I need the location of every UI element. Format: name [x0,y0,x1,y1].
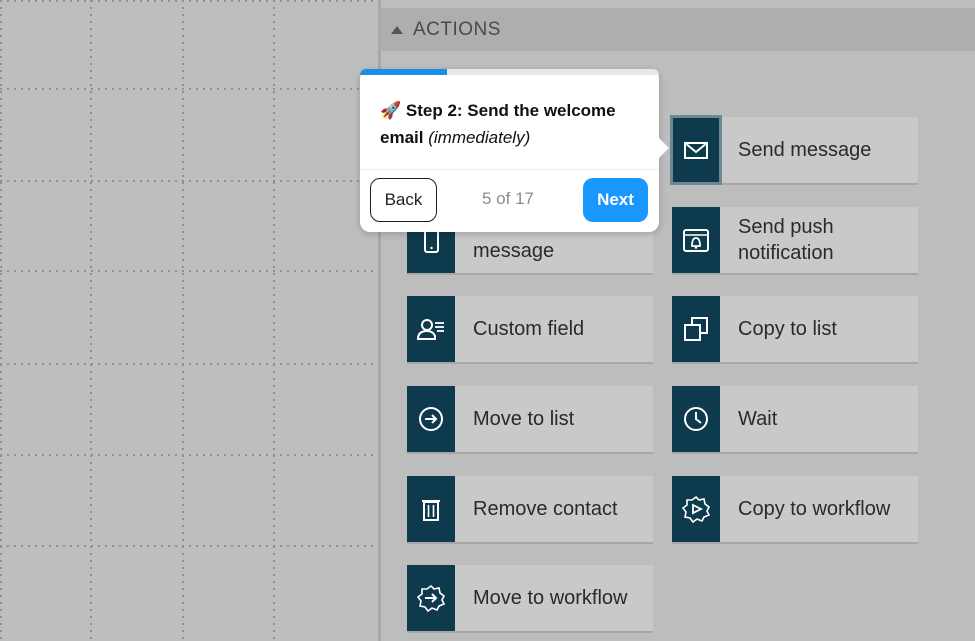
rocket-icon: 🚀 [380,101,402,120]
actions-section-header[interactable]: ACTIONS [381,8,975,51]
action-send-push-notification[interactable]: Send push notification [672,207,918,273]
action-label: Remove contact [473,498,618,520]
action-label: Wait [738,408,778,430]
step-counter: 5 of 17 [482,189,534,208]
gear-arrow-icon [407,565,455,631]
tour-progress-bar [360,69,659,75]
action-label: Copy to list [738,318,837,340]
tooltip-pointer [658,137,669,159]
tour-progress-fill [360,69,447,75]
push-notification-icon [672,207,720,273]
action-custom-field[interactable]: Custom field [407,296,653,362]
clock-icon [672,386,720,452]
action-label: Send message [738,139,872,161]
action-label: Send push notification [738,216,834,264]
envelope-icon [670,115,722,185]
onboarding-tooltip: 🚀 Step 2: Send the welcome email (immedi… [360,69,669,232]
action-copy-to-list[interactable]: Copy to list [672,296,918,362]
action-wait[interactable]: Wait [672,386,918,452]
contact-card-icon [407,296,455,362]
action-label: Move to list [473,408,575,430]
arrow-circle-icon [407,386,455,452]
tooltip-divider [360,169,659,170]
tour-step-title: Step 2: Send the welcome [405,101,616,120]
actions-section-title: ACTIONS [413,18,501,40]
workflow-canvas[interactable] [0,0,378,641]
action-remove-contact[interactable]: Remove contact [407,476,653,542]
action-label: Custom field [473,318,585,340]
action-copy-to-workflow[interactable]: Copy to workflow [672,476,918,542]
back-button[interactable]: Back [370,178,437,222]
action-label: Move to workflow [473,587,628,609]
action-label: Copy to workflow [738,498,891,520]
tour-step-note: (immediately) [428,128,531,147]
tour-step-line2: email [380,128,424,147]
action-send-message[interactable]: Send message [670,115,918,185]
trash-icon [407,476,455,542]
next-button[interactable]: Next [583,178,648,222]
gear-play-icon [672,476,720,542]
collapse-caret-icon[interactable] [391,25,403,34]
tour-step-text: 🚀 Step 2: Send the welcome email (immedi… [380,97,645,151]
action-move-to-workflow[interactable]: Move to workflow [407,565,653,631]
action-move-to-list[interactable]: Move to list [407,386,653,452]
copy-icon [672,296,720,362]
